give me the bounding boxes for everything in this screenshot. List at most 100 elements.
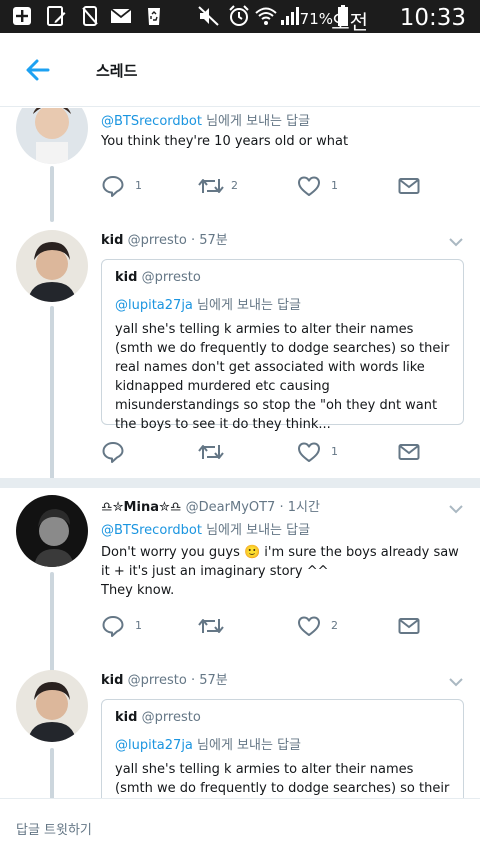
retweet-button[interactable]	[197, 440, 257, 464]
tweet-text-line: They know.	[101, 583, 175, 598]
reply-button[interactable]: 1	[101, 614, 161, 638]
retweet-icon	[198, 619, 224, 633]
envelope-icon	[398, 444, 420, 460]
quoted-text: yall she's telling k armies to alter the…	[115, 322, 450, 432]
reply-icon	[102, 442, 124, 463]
tweet-author[interactable]: ♎✮Mina✮♎ @DearMyOT7 · 1시간	[101, 496, 320, 515]
envelope-icon	[398, 178, 420, 194]
add-box-icon	[12, 6, 32, 26]
retweet-icon	[198, 445, 224, 459]
reply-to-suffix: 님에게 보내는 답글	[206, 114, 311, 129]
tweet-time: · 57분	[190, 233, 228, 248]
retweet-button[interactable]: 2	[197, 174, 257, 198]
like-button[interactable]: 1	[297, 440, 357, 464]
heart-icon	[298, 442, 320, 462]
quoted-handle: @prresto	[141, 710, 201, 725]
quoted-text: yall she's telling k armies to alter the…	[115, 762, 450, 796]
chevron-down-icon[interactable]	[448, 237, 464, 247]
quoted-tweet[interactable]: kid @prresto @lupita27ja 님에게 보내는 답글 yall…	[101, 699, 464, 798]
clock-time: 10:33	[399, 5, 466, 31]
tweet-author[interactable]: kid @prresto · 57분	[101, 669, 228, 688]
reply-icon	[102, 176, 124, 197]
tweet-text: Don't worry you guys 🙂 i'm sure the boys…	[101, 543, 461, 600]
tweet-actions: 1	[101, 440, 431, 464]
user-handle: @DearMyOT7	[185, 500, 276, 515]
reply-count: 1	[135, 179, 142, 192]
quoted-tweet[interactable]: kid @prresto @lupita27ja 님에게 보내는 답글 yall…	[101, 259, 464, 432]
direct-message-button[interactable]	[397, 174, 427, 198]
avatar[interactable]	[16, 108, 88, 164]
direct-message-button[interactable]	[397, 614, 427, 638]
phone-off-icon	[80, 6, 100, 26]
reply-to-mention[interactable]: @BTSrecordbot	[101, 523, 202, 538]
retweet-icon	[198, 179, 224, 193]
chevron-down-icon[interactable]	[448, 677, 464, 687]
tweet-time: · 1시간	[279, 500, 320, 515]
reply-to-label: @BTSrecordbot 님에게 보내는 답글	[101, 519, 310, 538]
like-button[interactable]: 2	[297, 614, 357, 638]
retweet-button[interactable]	[197, 614, 257, 638]
like-count: 1	[331, 179, 338, 192]
user-handle: @prresto	[127, 233, 187, 248]
tweet-time: · 57분	[190, 673, 228, 688]
reply-to-suffix: 님에게 보내는 답글	[206, 523, 311, 538]
heart-icon	[298, 176, 320, 196]
display-name: kid	[101, 673, 124, 688]
like-count: 1	[331, 445, 338, 458]
tweet-text: You think they're 10 years old or what	[101, 134, 349, 149]
reply-compose-bar[interactable]: 답글 트윗하기	[0, 798, 480, 853]
avatar[interactable]	[16, 495, 88, 567]
reply-button[interactable]	[101, 440, 161, 464]
status-bar: 71% 오전 10:33	[0, 0, 480, 34]
envelope-icon	[398, 618, 420, 634]
wifi-icon	[255, 7, 277, 25]
retweet-count: 2	[231, 179, 238, 192]
clock-ampm: 오전	[331, 10, 368, 34]
battery-percent: 71%	[299, 10, 333, 28]
alarm-icon	[229, 5, 249, 26]
mail-icon	[110, 6, 132, 26]
quoted-reply-suffix: 님에게 보내는 답글	[197, 738, 301, 753]
thread-line	[50, 306, 54, 486]
tweet-actions: 1 2	[101, 614, 431, 638]
mute-icon	[198, 6, 219, 26]
display-name: kid	[101, 233, 124, 248]
thread-line	[50, 748, 54, 798]
direct-message-button[interactable]	[397, 440, 427, 464]
quoted-author: kid @prresto	[115, 710, 201, 725]
app-header: 스레드	[0, 33, 480, 107]
quoted-display-name: kid	[115, 710, 138, 725]
display-name: ♎✮Mina✮♎	[101, 500, 182, 515]
quoted-reply-to: @lupita27ja 님에게 보내는 답글	[115, 294, 301, 313]
thread-divider	[0, 478, 480, 488]
quoted-author: kid @prresto	[115, 270, 201, 285]
like-button[interactable]: 1	[297, 174, 357, 198]
quoted-reply-to: @lupita27ja 님에게 보내는 답글	[115, 734, 301, 753]
chevron-down-icon[interactable]	[448, 504, 464, 514]
edit-note-icon	[46, 6, 66, 26]
reply-button[interactable]: 1	[101, 174, 161, 198]
back-arrow-icon	[26, 59, 50, 81]
thread-line	[50, 572, 54, 672]
back-button[interactable]	[18, 53, 58, 87]
tweet-actions: 1 2 1	[101, 174, 431, 198]
reply-to-mention[interactable]: @BTSrecordbot	[101, 114, 202, 129]
avatar[interactable]	[16, 230, 88, 302]
thread-feed: @BTSrecordbot 님에게 보내는 답글 You think they'…	[0, 108, 480, 798]
tweet-author[interactable]: kid @prresto · 57분	[101, 229, 228, 248]
heart-icon	[298, 616, 320, 636]
avatar[interactable]	[16, 670, 88, 742]
quoted-reply-mention: @lupita27ja	[115, 738, 193, 753]
reply-count: 1	[135, 619, 142, 632]
quoted-handle: @prresto	[141, 270, 201, 285]
reply-to-label: @BTSrecordbot 님에게 보내는 답글	[101, 110, 310, 129]
tweet-text-line: Don't worry you guys 🙂 i'm sure the boys…	[101, 545, 459, 579]
reply-icon	[102, 616, 124, 637]
quoted-reply-suffix: 님에게 보내는 답글	[197, 298, 301, 313]
quoted-reply-mention: @lupita27ja	[115, 298, 193, 313]
page-title: 스레드	[96, 62, 138, 80]
thread-line	[50, 166, 54, 222]
like-count: 2	[331, 619, 338, 632]
recycle-icon	[144, 6, 164, 26]
user-handle: @prresto	[127, 673, 187, 688]
